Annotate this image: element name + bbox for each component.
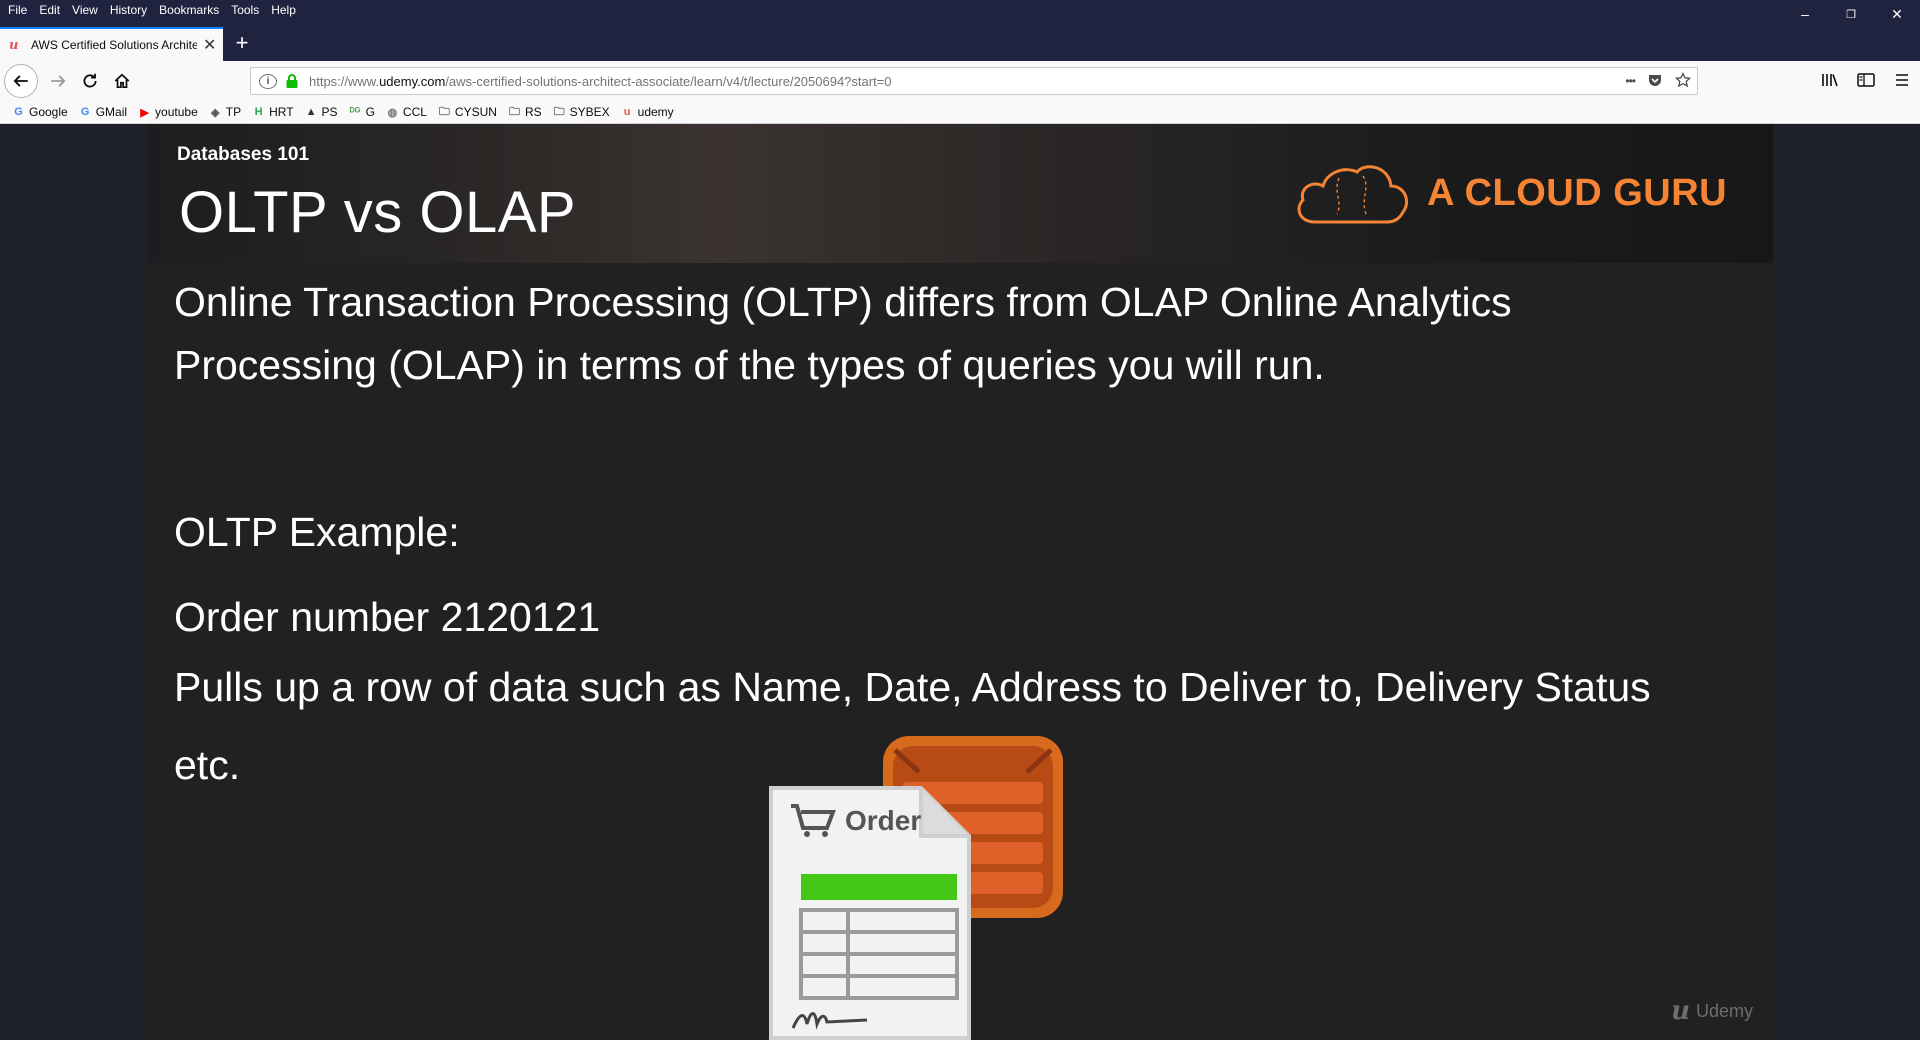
slide-text-line-6: etc. <box>174 742 241 788</box>
udemy-logo-icon: u <box>1671 996 1690 1026</box>
bookmark-cysun[interactable]: 🗀 CYSUN <box>438 105 497 119</box>
menu-bar: File Edit View History Bookmarks Tools H… <box>2 0 302 20</box>
url-path: /aws-certified-solutions-architect-assoc… <box>445 73 892 89</box>
menu-help[interactable]: Help <box>265 0 302 20</box>
shield-icon: ◍ <box>387 106 398 119</box>
new-tab-button[interactable]: + <box>228 29 256 57</box>
menu-file[interactable]: File <box>2 0 33 20</box>
home-icon <box>114 73 130 89</box>
bookmark-label: udemy <box>637 105 674 119</box>
menu-bookmarks[interactable]: Bookmarks <box>153 0 225 20</box>
udemy-icon: u <box>623 106 631 118</box>
bookmark-hrt[interactable]: H HRT <box>252 105 294 119</box>
bookmark-g[interactable]: ᴰᴳ G <box>349 105 375 119</box>
cloud-logo-icon <box>1297 165 1408 224</box>
order-label: Order <box>845 805 921 836</box>
bookmark-udemy[interactable]: u udemy <box>621 105 674 119</box>
youtube-icon: ▶ <box>140 106 149 119</box>
udemy-watermark: u Udemy <box>1671 996 1753 1026</box>
menu-edit[interactable]: Edit <box>33 0 66 20</box>
tab-title: AWS Certified Solutions Architect <box>31 38 197 52</box>
home-button[interactable] <box>106 65 138 97</box>
arrow-left-icon <box>13 75 28 87</box>
info-icon[interactable]: i <box>259 73 277 89</box>
sidebar-icon[interactable] <box>1856 71 1876 89</box>
hamburger-menu-icon[interactable] <box>1892 71 1912 89</box>
bookmark-label: G <box>365 105 375 119</box>
reload-icon <box>83 73 97 88</box>
ps-icon: ▲ <box>305 106 317 118</box>
slide-header: Databases 101 OLTP vs OLAP A CLOUD GURU <box>147 124 1773 263</box>
bookmark-label: HRT <box>269 105 294 119</box>
reload-button[interactable] <box>74 65 106 97</box>
address-bar[interactable]: i https://www.udemy.com/aws-certified-so… <box>250 67 1698 95</box>
menu-tools[interactable]: Tools <box>225 0 265 20</box>
url-prefix: https://www. <box>309 73 380 89</box>
bookmark-youtube[interactable]: ▶ youtube <box>138 105 198 119</box>
page-actions-menu-icon[interactable]: ••• <box>1625 71 1636 91</box>
bookmark-google[interactable]: G Google <box>12 105 68 119</box>
menu-view[interactable]: View <box>66 0 104 20</box>
bookmark-tp[interactable]: ◈ TP <box>209 105 241 119</box>
bookmark-star-icon[interactable] <box>1675 71 1691 89</box>
title-bar: File Edit View History Bookmarks Tools H… <box>0 0 1920 22</box>
bookmark-sybex[interactable]: 🗀 SYBEX <box>553 105 610 119</box>
arrow-right-icon <box>51 75 66 87</box>
slide-text-line-5: Pulls up a row of data such as Name, Dat… <box>174 664 1651 710</box>
forward-button[interactable] <box>42 65 74 97</box>
menu-history[interactable]: History <box>104 0 153 20</box>
bookmark-label: SYBEX <box>569 105 610 119</box>
bookmark-label: TP <box>225 105 242 119</box>
toolbar-right <box>1820 71 1912 89</box>
lecture-slide[interactable]: Databases 101 OLTP vs OLAP A CLOUD GURU … <box>147 124 1773 1040</box>
brand-name: A CLOUD GURU <box>1427 171 1728 214</box>
order-database-illustration: Order <box>769 736 1063 1040</box>
bookmark-label: CCL <box>402 105 427 119</box>
google-icon: G <box>80 106 90 118</box>
slide-text-line-4: Order number 2120121 <box>174 594 601 640</box>
video-player[interactable]: Databases 101 OLTP vs OLAP A CLOUD GURU … <box>0 124 1920 1040</box>
tab-udemy-course[interactable]: u AWS Certified Solutions Architect ✕ <box>0 27 223 61</box>
tab-strip: u AWS Certified Solutions Architect ✕ + <box>0 22 1920 61</box>
bookmark-label: youtube <box>155 105 198 119</box>
folder-icon: 🗀 <box>438 105 450 118</box>
bookmark-label: CYSUN <box>454 105 497 119</box>
url-domain: udemy.com <box>379 73 446 89</box>
google-icon: G <box>14 106 23 118</box>
bookmark-ccl[interactable]: ◍ CCL <box>386 105 427 119</box>
hrt-icon: H <box>254 106 263 118</box>
udemy-favicon-icon: u <box>9 37 19 53</box>
back-button[interactable] <box>4 64 38 98</box>
library-icon[interactable] <box>1820 71 1840 89</box>
slide-title: OLTP vs OLAP <box>179 180 577 245</box>
lock-icon <box>286 74 298 88</box>
bookmark-label: PS <box>321 105 338 119</box>
slide-subject: Databases 101 <box>177 144 310 165</box>
folder-icon: 🗀 <box>508 105 520 118</box>
slide-text-line-3: OLTP Example: <box>174 509 460 555</box>
slide-text-line-2: Processing (OLAP) in terms of the types … <box>174 342 1325 388</box>
dxg-icon: ᴰᴳ <box>349 106 361 118</box>
bookmark-rs[interactable]: 🗀 RS <box>508 105 542 119</box>
tp-icon: ◈ <box>211 106 220 119</box>
bookmark-label: Google <box>29 105 68 119</box>
bookmarks-bar: G Google G GMail ▶ youtube ◈ TP H HRT ▲ PS ᴰᴳ G ◍ CCL 🗀 C… <box>0 101 1920 124</box>
folder-icon: 🗀 <box>553 105 565 118</box>
bookmark-ps[interactable]: ▲ PS <box>305 105 338 119</box>
bookmark-gmail[interactable]: G GMail <box>79 105 127 119</box>
close-tab-icon[interactable]: ✕ <box>203 35 216 55</box>
url-text: https://www.udemy.com/aws-certified-solu… <box>309 74 892 89</box>
slide-text-line-1: Online Transaction Processing (OLTP) dif… <box>174 279 1512 325</box>
bookmark-label: GMail <box>95 105 128 119</box>
brand-logo: A CLOUD GURU <box>1293 158 1727 228</box>
watermark-text: Udemy <box>1695 1000 1753 1021</box>
page-actions: ••• <box>1625 71 1691 91</box>
pocket-icon[interactable] <box>1647 71 1663 89</box>
navigation-bar: i https://www.udemy.com/aws-certified-so… <box>0 61 1920 101</box>
bookmark-label: RS <box>524 105 542 119</box>
